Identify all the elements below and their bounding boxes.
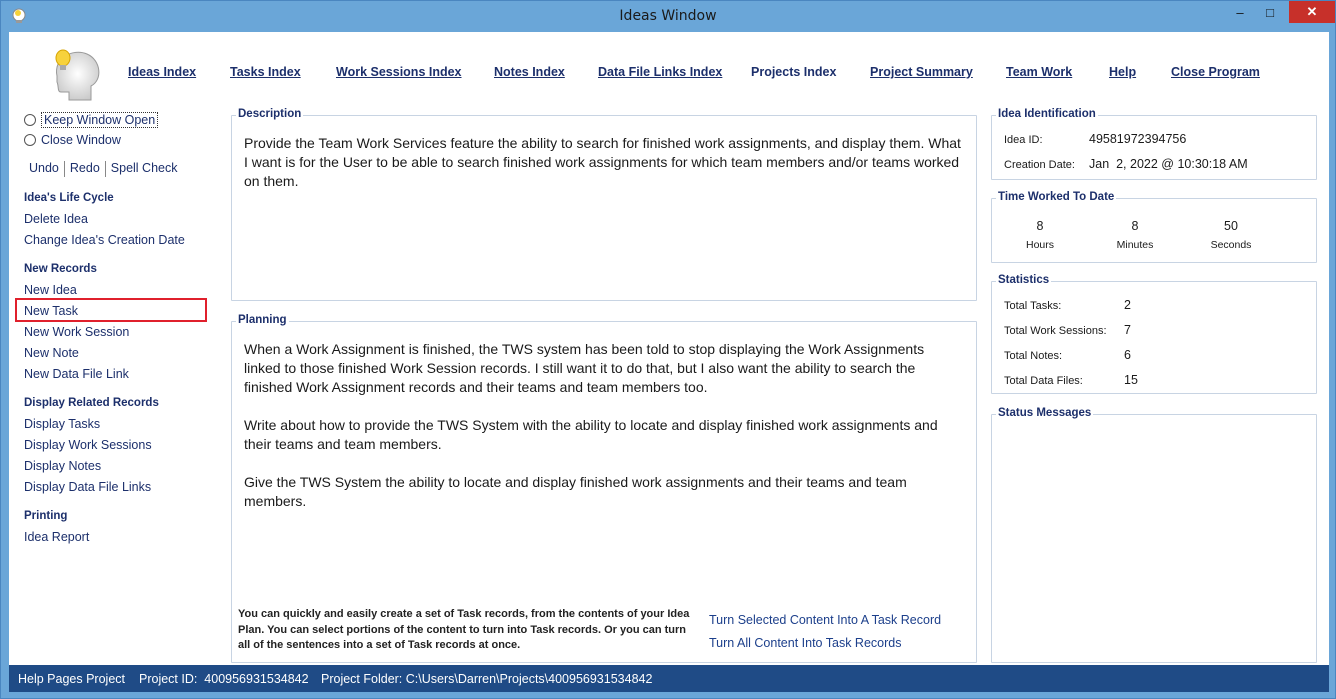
display-related-heading: Display Related Records	[24, 397, 159, 409]
nav-ideas-index[interactable]: Ideas Index	[128, 65, 196, 79]
total-notes-value: 6	[1124, 348, 1131, 362]
planning-paragraph: When a Work Assignment is finished, the …	[244, 341, 925, 395]
keep-window-open-radio[interactable]: Keep Window Open	[24, 112, 159, 128]
close-icon[interactable]: ✕	[1289, 1, 1335, 23]
new-records-heading: New Records	[24, 263, 97, 275]
nav-data-file-links-index[interactable]: Data File Links Index	[598, 65, 722, 79]
planning-paragraph: Give the TWS System the ability to locat…	[244, 474, 907, 509]
new-note-link[interactable]: New Note	[24, 346, 79, 360]
keep-window-open-label: Keep Window Open	[41, 112, 159, 128]
total-tasks-label: Total Tasks:	[1004, 300, 1062, 312]
nav-projects-index[interactable]: Projects Index	[751, 65, 836, 79]
idea-id-label: Idea ID:	[1004, 134, 1043, 146]
idea-id-value: 49581972394756	[1089, 132, 1187, 146]
planning-label: Planning	[236, 314, 289, 326]
close-window-radio[interactable]: Close Window	[24, 133, 121, 147]
edit-actions: Undo Redo Spell Check	[26, 161, 180, 177]
nav-close-program[interactable]: Close Program	[1171, 65, 1260, 79]
minutes-label: Minutes	[1116, 239, 1154, 251]
nav-tasks-index[interactable]: Tasks Index	[230, 65, 301, 79]
ideas-window: Ideas Window – □ ✕ Ideas Index Tasks Ind…	[0, 0, 1336, 699]
spell-check-link[interactable]: Spell Check	[108, 161, 181, 177]
total-work-sessions-value: 7	[1124, 323, 1131, 337]
nav-notes-index[interactable]: Notes Index	[494, 65, 565, 79]
client-area: Ideas Index Tasks Index Work Sessions In…	[9, 32, 1329, 665]
new-task-link[interactable]: New Task	[24, 304, 78, 318]
new-idea-link[interactable]: New Idea	[24, 283, 77, 297]
seconds-label: Seconds	[1210, 239, 1252, 251]
total-data-files-value: 15	[1124, 373, 1138, 387]
minimize-icon[interactable]: –	[1225, 1, 1255, 23]
status-project-name: Help Pages Project	[18, 672, 126, 686]
creation-date-value: Jan 2, 2022 @ 10:30:18 AM	[1089, 157, 1248, 171]
title-bar[interactable]: Ideas Window – □ ✕	[1, 1, 1335, 32]
new-data-file-link-link[interactable]: New Data File Link	[24, 367, 129, 381]
nav-project-summary[interactable]: Project Summary	[870, 65, 973, 79]
delete-idea-link[interactable]: Delete Idea	[24, 212, 88, 226]
status-messages-group: Status Messages	[991, 407, 1317, 663]
printing-heading: Printing	[24, 510, 68, 522]
time-worked-label: Time Worked To Date	[996, 191, 1117, 203]
undo-link[interactable]: Undo	[26, 161, 62, 177]
seconds-value: 50	[1224, 219, 1238, 233]
description-text[interactable]: Provide the Team Work Services feature t…	[244, 134, 964, 191]
radio-circle-icon[interactable]	[24, 114, 36, 126]
total-notes-label: Total Notes:	[1004, 350, 1063, 362]
statistics-label: Statistics	[996, 274, 1052, 286]
new-work-session-link[interactable]: New Work Session	[24, 325, 129, 339]
status-project-id: Project ID: 400956931534842	[139, 672, 309, 686]
minutes-value: 8	[1131, 219, 1139, 233]
change-creation-date-link[interactable]: Change Idea's Creation Date	[24, 233, 185, 247]
total-work-sessions-label: Total Work Sessions:	[1004, 325, 1107, 337]
nav-work-sessions-index[interactable]: Work Sessions Index	[336, 65, 462, 79]
idea-identification-label: Idea Identification	[996, 108, 1098, 120]
divider	[63, 161, 65, 177]
hours-label: Hours	[1025, 239, 1054, 251]
hours-value: 8	[1036, 219, 1044, 233]
description-label: Description	[236, 108, 304, 120]
total-data-files-label: Total Data Files:	[1004, 375, 1083, 387]
idea-head-logo-icon	[55, 49, 100, 101]
nav-help[interactable]: Help	[1109, 65, 1136, 79]
display-data-file-links-link[interactable]: Display Data File Links	[24, 480, 151, 494]
display-notes-link[interactable]: Display Notes	[24, 459, 101, 473]
radio-circle-icon[interactable]	[24, 134, 36, 146]
display-work-sessions-link[interactable]: Display Work Sessions	[24, 438, 152, 452]
maximize-icon[interactable]: □	[1255, 1, 1285, 23]
redo-link[interactable]: Redo	[67, 161, 103, 177]
close-window-label: Close Window	[41, 133, 121, 147]
nav-team-work[interactable]: Team Work	[1006, 65, 1072, 79]
status-project-folder: Project Folder: C:\Users\Darren\Projects…	[321, 672, 653, 686]
idea-report-link[interactable]: Idea Report	[24, 530, 89, 544]
planning-paragraph: Write about how to provide the TWS Syste…	[244, 417, 938, 452]
life-cycle-heading: Idea's Life Cycle	[24, 192, 114, 204]
planning-footnote: You can quickly and easily create a set …	[238, 608, 690, 651]
turn-all-into-tasks-link[interactable]: Turn All Content Into Task Records	[709, 636, 901, 650]
window-title: Ideas Window	[619, 8, 717, 24]
creation-date-label: Creation Date:	[1004, 159, 1075, 171]
planning-text[interactable]: When a Work Assignment is finished, the …	[244, 340, 964, 530]
divider	[104, 161, 106, 177]
display-tasks-link[interactable]: Display Tasks	[24, 417, 100, 431]
status-messages-label: Status Messages	[996, 407, 1094, 419]
status-bar: Help Pages Project Project ID: 400956931…	[9, 665, 1329, 692]
total-tasks-value: 2	[1124, 298, 1131, 312]
turn-selected-into-task-link[interactable]: Turn Selected Content Into A Task Record	[709, 613, 941, 627]
